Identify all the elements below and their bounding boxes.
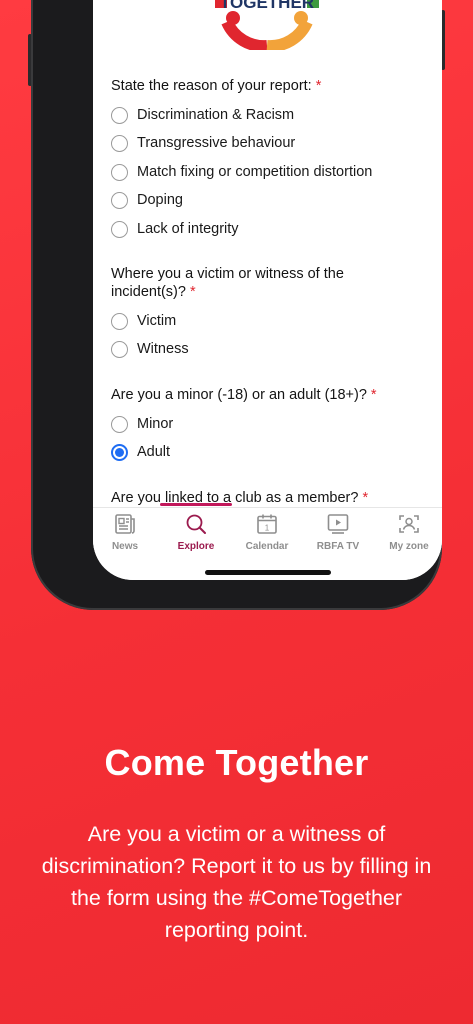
radio-button[interactable] [111,340,128,358]
svg-text:1: 1 [265,524,270,533]
user-scan-icon [399,515,419,533]
phone-frame: TOGETHER State the reason of your report… [31,0,442,610]
option-match-fixing[interactable]: Match fixing or competition distortion [111,161,372,183]
tv-play-icon [327,514,349,534]
option-doping[interactable]: Doping [111,189,183,211]
question-age: Are you a minor (-18) or an adult (18+)?… [111,387,377,403]
radio-button[interactable] [111,312,128,330]
tab-news[interactable]: News [93,512,160,558]
question-victim-witness: Where you a victim or witness of the inc… [111,266,344,300]
tab-calendar[interactable]: 1 Calendar [232,512,302,558]
come-together-logo: TOGETHER [215,0,319,50]
option-victim[interactable]: Victim [111,310,176,332]
question-reason: State the reason of your report: * [111,78,322,94]
option-witness[interactable]: Witness [111,338,189,360]
phone-screen: TOGETHER State the reason of your report… [93,0,442,580]
headline: Come Together [104,742,369,783]
news-icon [115,514,135,534]
description-text: Are you a victim or a witness of discrim… [41,822,432,942]
radio-button[interactable] [111,106,128,124]
option-discrimination[interactable]: Discrimination & Racism [111,104,294,126]
tab-my-zone[interactable]: My zone [374,512,442,558]
radio-button[interactable] [111,415,128,433]
radio-button[interactable] [111,134,128,152]
radio-button[interactable] [111,163,128,181]
tab-explore[interactable]: Explore [161,512,231,558]
radio-button[interactable] [111,220,128,238]
option-minor[interactable]: Minor [111,413,173,435]
radio-button[interactable] [111,191,128,209]
logo-text: TOGETHER [220,0,314,12]
radio-button-selected[interactable] [111,443,128,461]
option-adult[interactable]: Adult [111,441,170,463]
question-club-member: Are you linked to a club as a member? * [111,490,369,506]
home-indicator [205,570,331,575]
search-icon [186,514,206,534]
option-transgressive[interactable]: Transgressive behaviour [111,132,295,154]
calendar-icon: 1 [257,514,277,534]
highlight-underline [160,503,232,506]
bottom-nav: News Explore 1 Calendar RBFA TV My zone [93,507,442,580]
option-lack-of-integrity[interactable]: Lack of integrity [111,218,239,240]
tab-rbfa-tv[interactable]: RBFA TV [303,512,373,558]
